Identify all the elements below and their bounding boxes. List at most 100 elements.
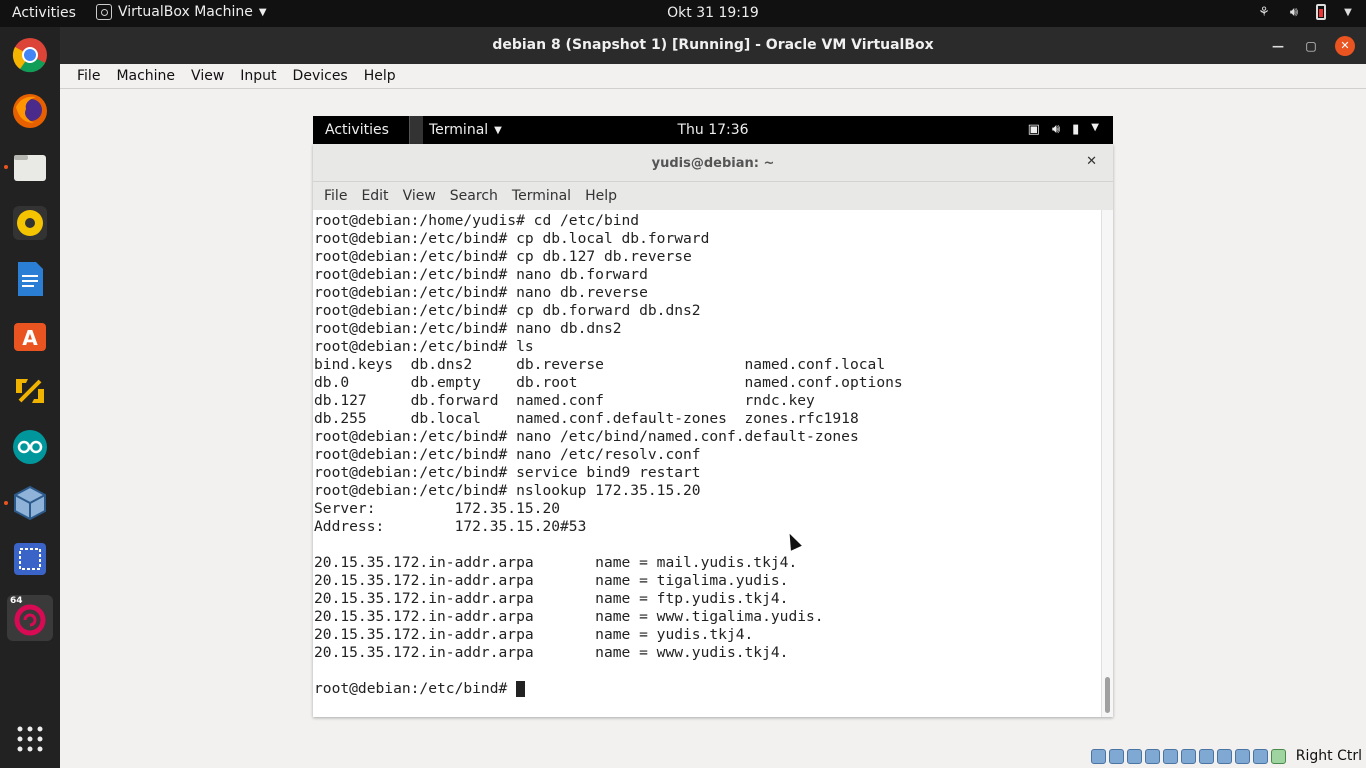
battery-icon: [1316, 4, 1326, 20]
optical-drive-icon[interactable]: [1109, 749, 1124, 764]
display-icon[interactable]: [1199, 749, 1214, 764]
terminal-line: root@debian:/etc/bind# nano db.reverse: [314, 284, 648, 301]
terminal-line: root@debian:/etc/bind# ls: [314, 338, 534, 355]
terminal-menu-edit[interactable]: Edit: [354, 188, 395, 204]
menu-input[interactable]: Input: [232, 68, 284, 84]
terminal-line: root@debian:/etc/bind# cp db.127 db.reve…: [314, 248, 692, 265]
screenshot-icon[interactable]: [10, 539, 50, 579]
chrome-icon[interactable]: [10, 35, 50, 75]
terminal-line: 20.15.35.172.in-addr.arpa name = tigalim…: [314, 572, 789, 589]
host-top-bar: Activities VirtualBox Machine ▼ Okt 31 1…: [0, 0, 1366, 27]
terminal-prompt: root@debian:/etc/bind#: [314, 680, 517, 697]
terminal-line: 20.15.35.172.in-addr.arpa name = www.yud…: [314, 644, 789, 661]
terminal-line: 20.15.35.172.in-addr.arpa name = yudis.t…: [314, 626, 754, 643]
terminal-line: root@debian:/etc/bind# nano /etc/bind/na…: [314, 428, 859, 445]
keyboard-icon[interactable]: [1271, 749, 1286, 764]
terminal-menu-terminal[interactable]: Terminal: [505, 188, 578, 204]
menu-file[interactable]: File: [69, 68, 108, 84]
files-icon[interactable]: [10, 147, 50, 187]
terminal-line: root@debian:/etc/bind# nano db.dns2: [314, 320, 622, 337]
host-clock[interactable]: Okt 31 19:19: [0, 5, 1366, 21]
firefox-icon[interactable]: [10, 91, 50, 131]
terminal-line: root@debian:/etc/bind# nslookup 172.35.1…: [314, 482, 701, 499]
terminal-line: root@debian:/etc/bind# cp db.local db.fo…: [314, 230, 710, 247]
terminal-line: Server: 172.35.15.20: [314, 500, 561, 517]
running-indicator: [4, 165, 8, 169]
terminal-menubar: File Edit View Search Terminal Help: [313, 182, 1113, 210]
audio-icon[interactable]: [1127, 749, 1142, 764]
vbox-status-icons: [1091, 749, 1286, 764]
terminal-line: 20.15.35.172.in-addr.arpa name = www.tig…: [314, 608, 824, 625]
terminal-line: db.127 db.forward named.conf rndc.key: [314, 392, 815, 409]
chevron-down-icon: ▼: [1344, 6, 1352, 18]
usb-icon[interactable]: [1163, 749, 1178, 764]
terminal-line: root@debian:/etc/bind# cp db.forward db.…: [314, 302, 701, 319]
terminal-output[interactable]: root@debian:/home/yudis# cd /etc/bind roo…: [313, 210, 1101, 717]
volume-icon: 🔊︎: [1289, 4, 1299, 20]
virtualbox-icon[interactable]: [10, 483, 50, 523]
cpu-icon[interactable]: [1235, 749, 1250, 764]
terminal-scrollbar[interactable]: [1101, 210, 1113, 717]
hard-disk-icon[interactable]: [1091, 749, 1106, 764]
maximize-icon[interactable]: ▢: [1301, 36, 1321, 56]
guest-top-bar: Activities Terminal ▼ Thu 17:36 ▣ 🔊︎ ▮ ▼: [313, 116, 1113, 144]
close-icon[interactable]: ✕: [1335, 36, 1355, 56]
arch-badge: 64: [10, 596, 23, 606]
libreoffice-writer-icon[interactable]: [10, 259, 50, 299]
terminal-line: root@debian:/etc/bind# service bind9 res…: [314, 464, 701, 481]
terminal-menu-help[interactable]: Help: [578, 188, 624, 204]
vbox-menubar: File Machine View Input Devices Help: [60, 64, 1366, 89]
menu-view[interactable]: View: [183, 68, 232, 84]
vm-display[interactable]: Activities Terminal ▼ Thu 17:36 ▣ 🔊︎ ▮ ▼…: [60, 89, 1366, 768]
minimize-icon[interactable]: —: [1268, 36, 1288, 56]
terminal-menu-search[interactable]: Search: [443, 188, 505, 204]
menu-machine[interactable]: Machine: [108, 68, 183, 84]
vbox-titlebar[interactable]: debian 8 (Snapshot 1) [Running] - Oracle…: [60, 27, 1366, 64]
chevron-down-icon: ▼: [1091, 122, 1099, 133]
volume-icon: 🔊︎: [1051, 122, 1061, 137]
guest-system-tray[interactable]: ▣ 🔊︎ ▮ ▼: [1028, 122, 1099, 137]
screen-icon: ▣: [1027, 122, 1040, 137]
shared-folders-icon[interactable]: [1181, 749, 1196, 764]
terminal-line: Address: 172.35.15.20#53: [314, 518, 587, 535]
terminal-line: 20.15.35.172.in-addr.arpa name = ftp.yud…: [314, 590, 789, 607]
window-title: debian 8 (Snapshot 1) [Running] - Oracle…: [492, 37, 934, 53]
rhythmbox-icon[interactable]: [10, 203, 50, 243]
terminal-line: 20.15.35.172.in-addr.arpa name = mail.yu…: [314, 554, 798, 571]
terminal-line: root@debian:/home/yudis# cd /etc/bind: [314, 212, 640, 229]
terminal-line: db.0 db.empty db.root named.conf.options: [314, 374, 903, 391]
software-center-icon[interactable]: A: [10, 315, 50, 355]
terminal-window: yudis@debian: ~ ✕ File Edit View Search …: [313, 144, 1113, 717]
show-applications-icon[interactable]: [10, 719, 50, 759]
terminal-menu-view[interactable]: View: [396, 188, 443, 204]
dock: A 64: [0, 27, 60, 768]
battery-icon: ▮: [1072, 122, 1080, 137]
close-icon[interactable]: ✕: [1086, 154, 1097, 169]
running-indicator: [4, 501, 8, 505]
menu-devices[interactable]: Devices: [285, 68, 356, 84]
vbox-statusbar: Right Ctrl: [60, 746, 1366, 768]
svg-text:A: A: [22, 326, 38, 350]
transfer-icon[interactable]: [10, 371, 50, 411]
scrollbar-thumb[interactable]: [1105, 677, 1110, 713]
guest-clock[interactable]: Thu 17:36: [313, 122, 1113, 138]
terminal-line: root@debian:/etc/bind# nano db.forward: [314, 266, 648, 283]
terminal-line: root@debian:/etc/bind# nano /etc/resolv.…: [314, 446, 701, 463]
network-icon[interactable]: [1145, 749, 1160, 764]
menu-help[interactable]: Help: [356, 68, 404, 84]
arduino-icon[interactable]: [10, 427, 50, 467]
host-key-label[interactable]: Right Ctrl: [1296, 748, 1362, 764]
debian-vm-icon[interactable]: 64: [7, 595, 53, 641]
mouse-integration-icon[interactable]: [1253, 749, 1268, 764]
terminal-prompt-line[interactable]: root@debian:/etc/bind#: [314, 680, 1101, 698]
terminal-line: bind.keys db.dns2 db.reverse named.conf.…: [314, 356, 886, 373]
terminal-cursor: [516, 681, 526, 697]
terminal-line: db.255 db.local named.conf.default-zones…: [314, 410, 859, 427]
video-capture-icon[interactable]: [1217, 749, 1232, 764]
host-system-tray[interactable]: ⚘ 🔊︎ ▼: [1256, 4, 1356, 20]
virtualbox-window: debian 8 (Snapshot 1) [Running] - Oracle…: [60, 27, 1366, 768]
terminal-menu-file[interactable]: File: [317, 188, 354, 204]
terminal-titlebar[interactable]: yudis@debian: ~ ✕: [313, 144, 1113, 182]
